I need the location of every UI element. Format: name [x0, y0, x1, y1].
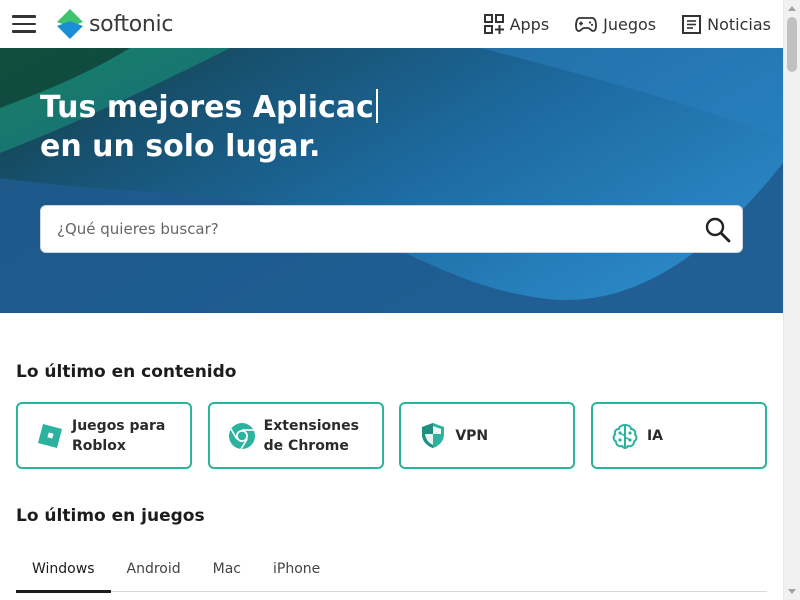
newspaper-icon	[682, 14, 702, 34]
scroll-thumb[interactable]	[787, 17, 797, 72]
gamepad-icon	[575, 17, 598, 32]
card-label: Juegos para Roblox	[72, 417, 166, 454]
softonic-logo[interactable]: softonic	[55, 7, 173, 41]
search-box	[40, 205, 743, 253]
card-ai[interactable]: IA	[590, 402, 767, 469]
tab-mac[interactable]: Mac	[197, 552, 257, 592]
shield-icon	[419, 422, 447, 450]
hero-title-line2: en un solo lugar.	[40, 129, 321, 164]
nav-juegos[interactable]: Juegos	[575, 15, 656, 34]
scroll-up-arrow[interactable]	[788, 6, 796, 11]
latest-content-title: Lo último en contenido	[16, 362, 237, 382]
nav-apps[interactable]: Apps	[483, 14, 550, 34]
tab-windows[interactable]: Windows	[16, 552, 111, 593]
card-vpn[interactable]: VPN	[399, 402, 576, 469]
search-input[interactable]	[41, 207, 681, 251]
scroll-down-arrow[interactable]	[788, 589, 796, 594]
roblox-icon	[36, 422, 64, 450]
ai-brain-icon	[611, 422, 639, 450]
softonic-logo-icon	[55, 7, 85, 41]
search-icon	[705, 217, 731, 243]
hero-title: Tus mejores Aplicac en un solo lugar.	[40, 88, 378, 166]
main-nav: Apps Juegos Noticias	[458, 0, 771, 48]
apps-grid-icon	[483, 14, 504, 34]
card-label: VPN	[455, 427, 489, 444]
page-scrollbar[interactable]	[783, 0, 800, 600]
platform-tabs: Windows Android Mac iPhone	[16, 552, 767, 593]
card-chrome-extensions[interactable]: Extensiones de Chrome	[207, 402, 384, 469]
hero-banner: Tus mejores Aplicac en un solo lugar.	[0, 48, 783, 313]
nav-apps-label: Apps	[509, 14, 550, 34]
tab-iphone[interactable]: iPhone	[257, 552, 336, 592]
search-button[interactable]	[704, 216, 732, 244]
card-label: IA	[646, 427, 664, 444]
hamburger-icon[interactable]	[12, 14, 36, 34]
nav-noticias-label: Noticias	[707, 14, 771, 34]
tab-android[interactable]: Android	[111, 552, 197, 592]
hero-title-line1: Tus mejores Aplicac	[40, 90, 374, 125]
typing-caret	[375, 89, 378, 123]
latest-games-title: Lo último en juegos	[16, 506, 205, 526]
site-header: softonic Apps Juegos Noticias	[0, 0, 783, 48]
logo-text: softonic	[89, 11, 174, 37]
nav-noticias[interactable]: Noticias	[682, 14, 771, 34]
card-label: Extensiones de Chrome	[263, 417, 359, 454]
chrome-icon	[228, 422, 256, 450]
card-roblox-games[interactable]: Juegos para Roblox	[16, 402, 192, 469]
nav-juegos-label: Juegos	[603, 14, 657, 34]
content-cards: Juegos para Roblox Extensiones de Chrome	[16, 402, 767, 469]
